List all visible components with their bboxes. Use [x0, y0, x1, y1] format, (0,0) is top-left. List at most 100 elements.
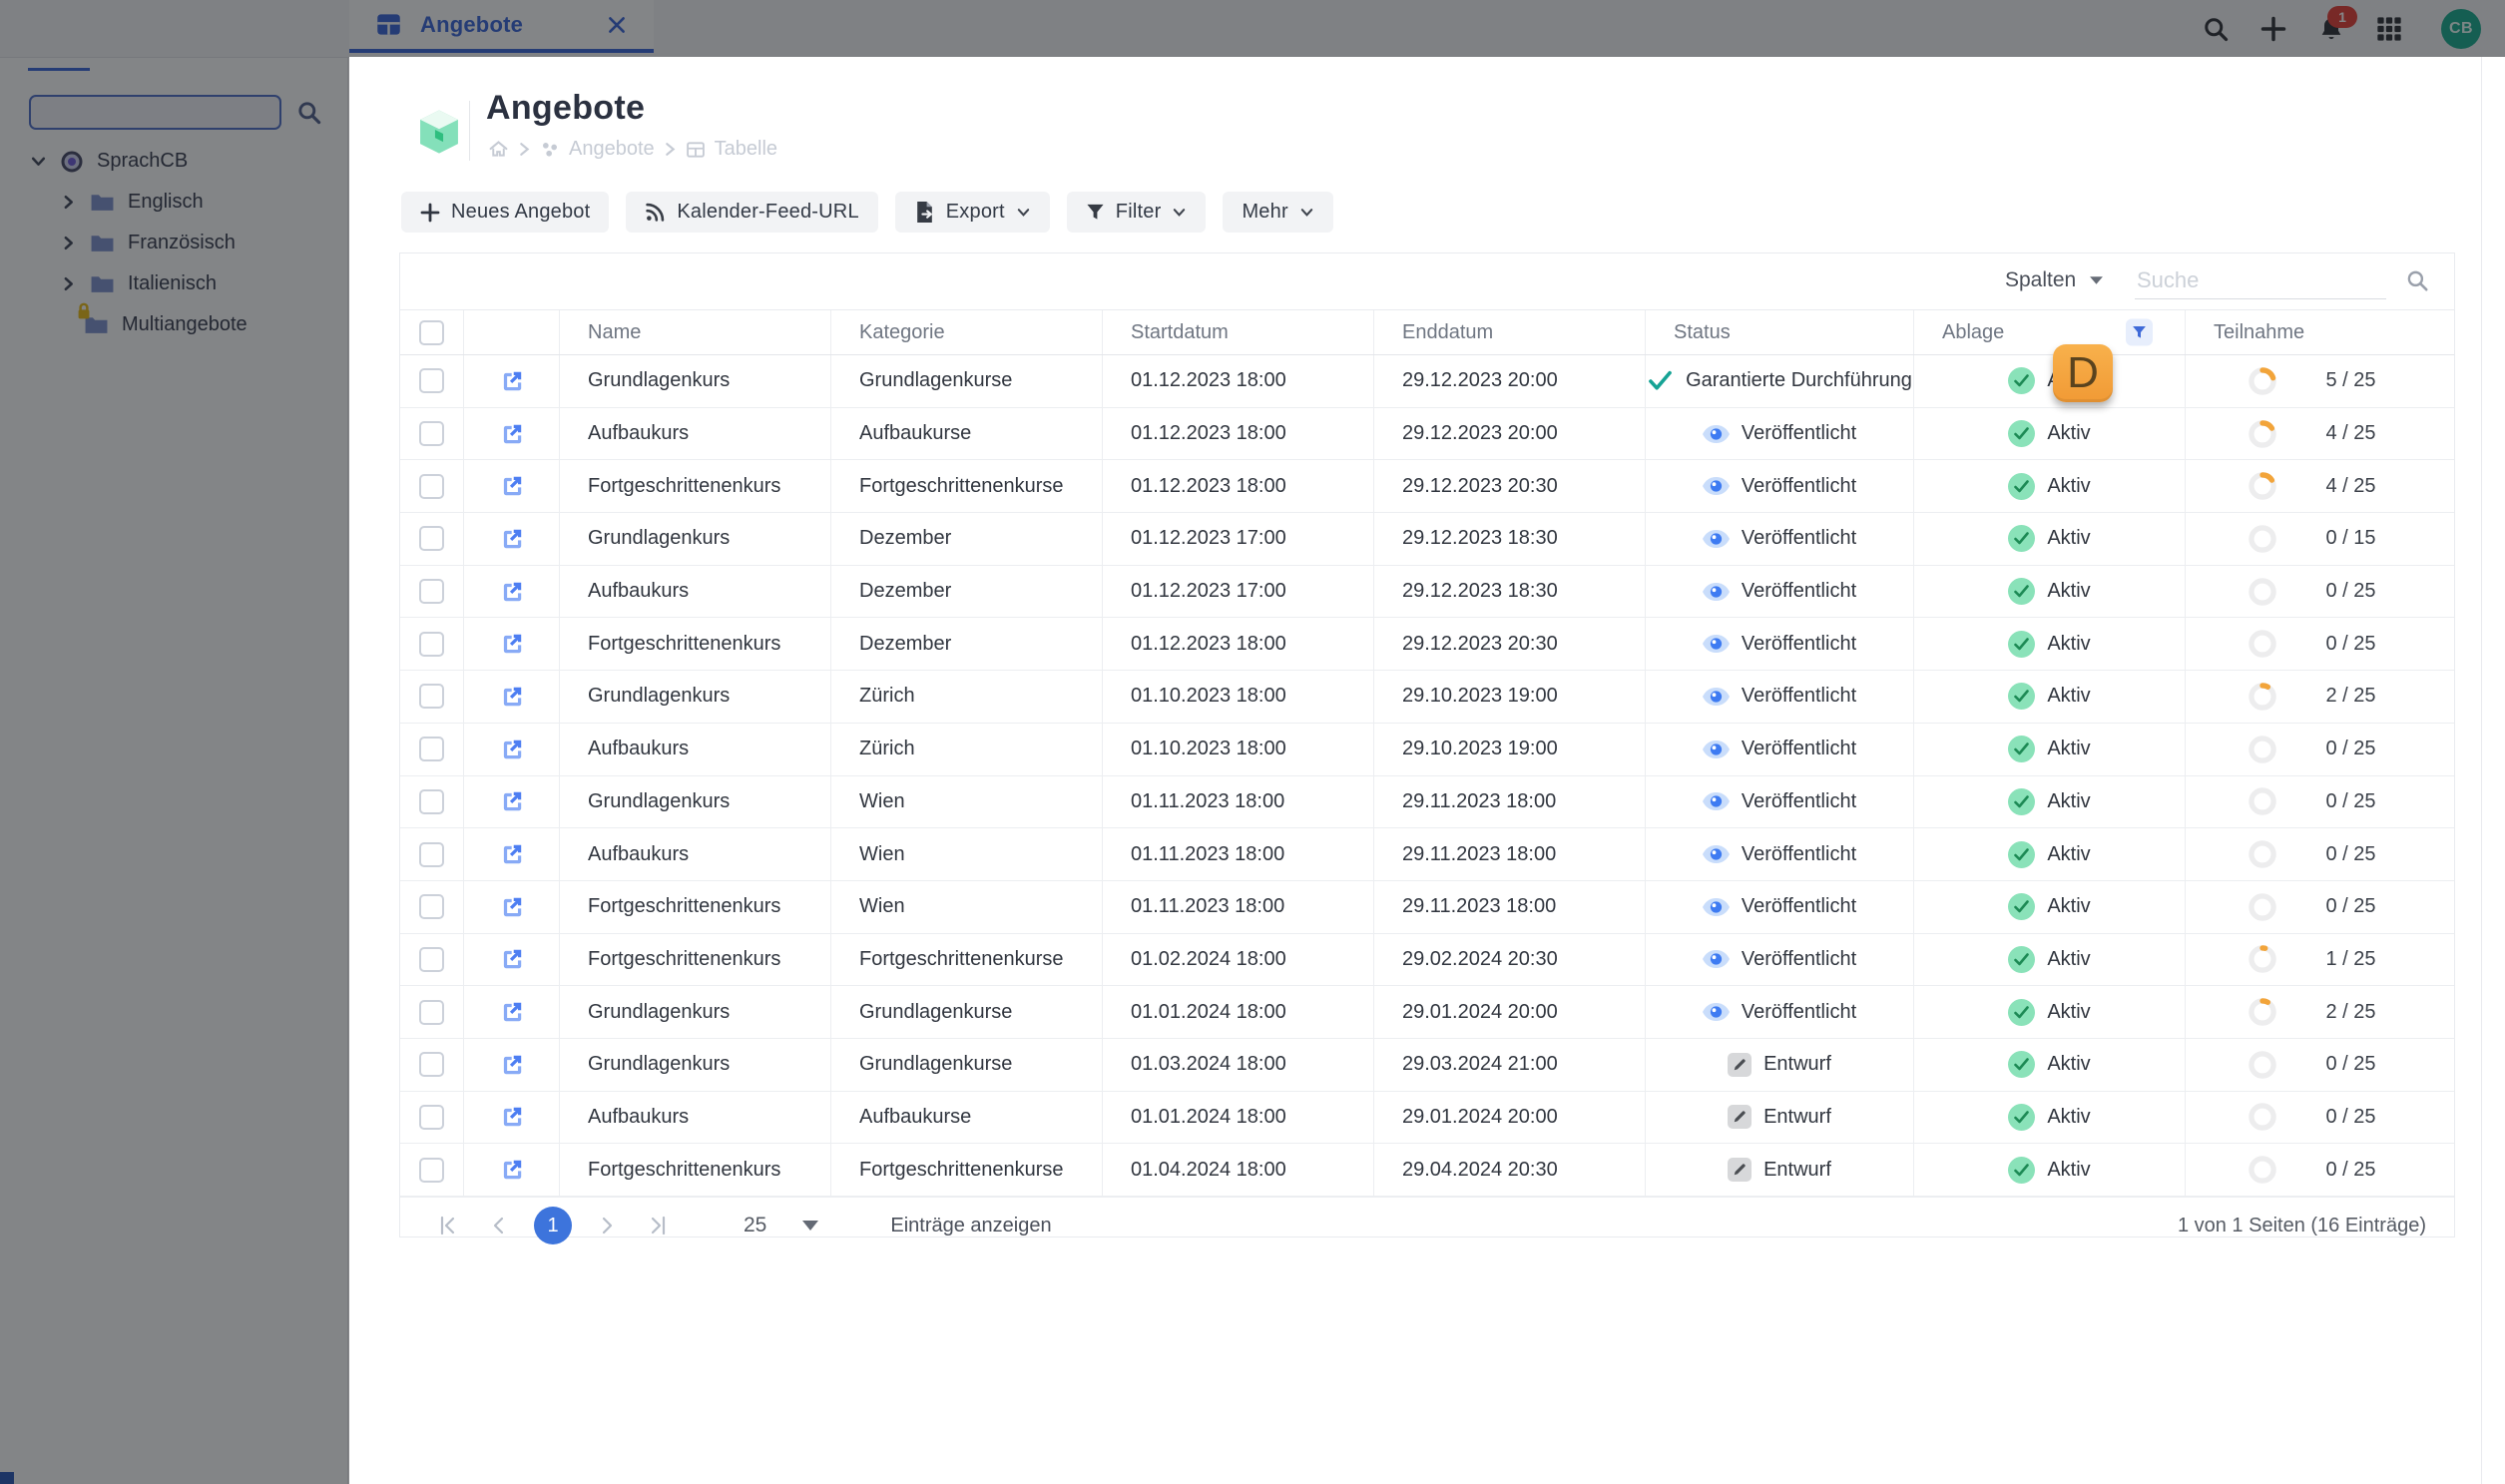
row-checkbox[interactable]: [419, 737, 444, 762]
filter-button[interactable]: Filter: [1066, 192, 1207, 233]
tree-item-franzoesisch[interactable]: Französisch: [0, 223, 348, 263]
row-checkbox[interactable]: [419, 1104, 444, 1130]
table-row[interactable]: Grundlagenkurs Dezember 01.12.2023 17:00…: [400, 513, 2454, 566]
table-row[interactable]: Fortgeschrittenenkurs Wien 01.11.2023 18…: [400, 880, 2454, 934]
row-checkbox[interactable]: [419, 631, 444, 657]
row-checkbox[interactable]: [419, 894, 444, 920]
open-record-icon[interactable]: [499, 684, 525, 710]
prev-page-icon[interactable]: [482, 1209, 516, 1242]
row-checkbox[interactable]: [419, 421, 444, 447]
open-record-icon[interactable]: [499, 579, 525, 605]
row-checkbox[interactable]: [419, 999, 444, 1025]
add-icon[interactable]: [2259, 15, 2287, 43]
column-header-status[interactable]: Status: [1646, 310, 1914, 354]
table-row[interactable]: Fortgeschrittenenkurs Fortgeschrittenenk…: [400, 933, 2454, 987]
columns-dropdown[interactable]: Spalten: [2005, 268, 2104, 292]
column-header-teilnahme[interactable]: Teilnahme: [2186, 310, 2454, 354]
cell-startdatum: 01.01.2024 18:00: [1103, 986, 1374, 1038]
cell-startdatum: 01.12.2023 17:00: [1103, 513, 1374, 565]
row-checkbox[interactable]: [419, 684, 444, 710]
tree-item-englisch[interactable]: Englisch: [0, 182, 348, 223]
sidebar-search-input[interactable]: [29, 95, 281, 130]
last-page-icon[interactable]: [642, 1209, 676, 1242]
tree-item-root[interactable]: SprachCB: [0, 141, 348, 182]
export-button[interactable]: Export: [894, 192, 1050, 233]
table-row[interactable]: Fortgeschrittenenkurs Fortgeschrittenenk…: [400, 1144, 2454, 1197]
row-checkbox[interactable]: [419, 946, 444, 972]
row-checkbox[interactable]: [419, 368, 444, 394]
table-row[interactable]: Aufbaukurs Wien 01.11.2023 18:00 29.11.2…: [400, 828, 2454, 881]
table-row[interactable]: Aufbaukurs Zürich 01.10.2023 18:00 29.10…: [400, 723, 2454, 776]
cell-startdatum: 01.02.2024 18:00: [1103, 933, 1374, 986]
current-page-button[interactable]: 1: [534, 1207, 572, 1244]
global-search-icon[interactable]: [2202, 15, 2230, 43]
participation-donut: [2248, 1103, 2276, 1132]
open-record-icon[interactable]: [499, 631, 525, 657]
tree-item-multiangebote[interactable]: Multiangebote: [0, 302, 348, 345]
column-header-ablage[interactable]: Ablage: [1914, 310, 2186, 354]
published-eye-icon: [1702, 529, 1730, 548]
column-header-enddatum[interactable]: Enddatum: [1374, 310, 1646, 354]
row-checkbox[interactable]: [419, 1052, 444, 1078]
row-checkbox[interactable]: [419, 579, 444, 605]
open-record-icon[interactable]: [499, 841, 525, 867]
table-search-input[interactable]: [2135, 261, 2386, 299]
close-icon[interactable]: [606, 14, 628, 36]
open-record-icon[interactable]: [499, 1052, 525, 1078]
table-row[interactable]: Grundlagenkurs Grundlagenkurse 01.12.202…: [400, 355, 2454, 408]
select-all-checkbox[interactable]: [419, 319, 444, 345]
open-record-icon[interactable]: [499, 946, 525, 972]
chevron-down-icon: [1174, 209, 1186, 217]
row-checkbox[interactable]: [419, 526, 444, 552]
table-row[interactable]: Aufbaukurs Dezember 01.12.2023 17:00 29.…: [400, 565, 2454, 619]
open-record-icon[interactable]: [499, 526, 525, 552]
page-title: Angebote: [486, 89, 646, 127]
avatar[interactable]: CB: [2441, 8, 2481, 49]
apps-grid-icon[interactable]: [2375, 15, 2403, 43]
open-record-icon[interactable]: [499, 788, 525, 814]
next-page-icon[interactable]: [590, 1209, 624, 1242]
more-button[interactable]: Mehr: [1223, 192, 1333, 233]
hint-key-overlay[interactable]: D: [2053, 344, 2113, 402]
table-row[interactable]: Grundlagenkurs Zürich 01.10.2023 18:00 2…: [400, 671, 2454, 724]
row-checkbox[interactable]: [419, 1157, 444, 1183]
notifications-bell-icon[interactable]: 1: [2317, 5, 2357, 43]
table-row[interactable]: Grundlagenkurs Grundlagenkurse 01.03.202…: [400, 1038, 2454, 1092]
table-row[interactable]: Grundlagenkurs Grundlagenkurse 01.01.202…: [400, 986, 2454, 1039]
open-record-icon[interactable]: [499, 737, 525, 762]
new-offer-button[interactable]: Neues Angebot: [401, 192, 610, 233]
table-row[interactable]: Fortgeschrittenenkurs Dezember 01.12.202…: [400, 618, 2454, 672]
tree-item-italienisch[interactable]: Italienisch: [0, 263, 348, 304]
column-header-name[interactable]: Name: [560, 310, 831, 354]
open-record-icon[interactable]: [499, 894, 525, 920]
open-record-icon[interactable]: [499, 1157, 525, 1183]
breadcrumb-section[interactable]: Angebote: [569, 138, 655, 161]
row-checkbox[interactable]: [419, 788, 444, 814]
chevron-down-icon: [1017, 209, 1029, 217]
column-header-kategorie[interactable]: Kategorie: [831, 310, 1103, 354]
calendar-feed-url-button[interactable]: Kalender-Feed-URL: [626, 192, 878, 233]
cell-startdatum: 01.11.2023 18:00: [1103, 828, 1374, 880]
table-row[interactable]: Fortgeschrittenenkurs Fortgeschrittenenk…: [400, 460, 2454, 514]
table-row[interactable]: Aufbaukurs Aufbaukurse 01.01.2024 18:00 …: [400, 1091, 2454, 1145]
open-record-icon[interactable]: [499, 1104, 525, 1130]
open-record-icon[interactable]: [499, 999, 525, 1025]
first-page-icon[interactable]: [430, 1209, 464, 1242]
open-record-icon[interactable]: [499, 473, 525, 499]
filter-funnel-icon: [1087, 204, 1104, 220]
open-record-icon[interactable]: [499, 368, 525, 394]
ablage-label: Aktiv: [2047, 1053, 2091, 1076]
table-row[interactable]: Grundlagenkurs Wien 01.11.2023 18:00 29.…: [400, 775, 2454, 829]
status-label: Entwurf: [1763, 1158, 1831, 1181]
table-row[interactable]: Aufbaukurs Aufbaukurse 01.12.2023 18:00 …: [400, 407, 2454, 461]
row-checkbox[interactable]: [419, 473, 444, 499]
row-checkbox[interactable]: [419, 841, 444, 867]
open-record-icon[interactable]: [499, 421, 525, 447]
sidebar-search-icon[interactable]: [295, 99, 322, 126]
active-check-icon: [2008, 1156, 2036, 1184]
home-icon[interactable]: [488, 139, 509, 160]
column-header-startdatum[interactable]: Startdatum: [1103, 310, 1374, 354]
tab-angebote[interactable]: Angebote: [349, 0, 654, 53]
page-size-select[interactable]: 25: [744, 1214, 819, 1237]
column-filter-icon[interactable]: [2126, 318, 2153, 346]
